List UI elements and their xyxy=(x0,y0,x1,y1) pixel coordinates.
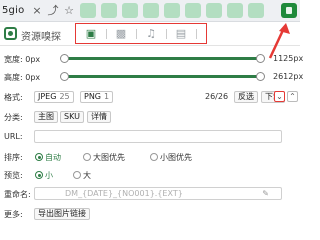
width-slider[interactable] xyxy=(60,54,265,63)
resource-sniffer-extension-icon[interactable] xyxy=(281,3,297,18)
invert-selection-button[interactable]: 反选 xyxy=(234,91,258,103)
width-min-handle[interactable] xyxy=(60,54,69,63)
format-label: 格式: xyxy=(4,93,23,102)
category-main-image-button[interactable]: 主图 xyxy=(34,111,58,123)
rename-label: 重命名: xyxy=(4,190,31,199)
height-min-handle[interactable] xyxy=(60,72,69,81)
extension-icon[interactable] xyxy=(143,3,159,18)
image-tab-icon[interactable]: ▣ xyxy=(84,27,98,41)
category-row: 分类: 主图 SKU 详情 xyxy=(0,110,300,124)
sort-auto-label[interactable]: 自动 xyxy=(45,152,61,163)
height-slider[interactable] xyxy=(60,72,265,81)
extension-icon[interactable] xyxy=(248,3,264,18)
tab-close-icon[interactable]: × xyxy=(30,4,44,18)
sort-small-first-label[interactable]: 小图优先 xyxy=(160,152,192,163)
format-chip-jpeg[interactable]: JPEG 25 xyxy=(34,91,74,103)
app-title: 资源嗅探 xyxy=(21,32,61,43)
sort-row: 排序: 自动 大图优先 小图优先 xyxy=(0,150,300,164)
preview-large-label[interactable]: 大 xyxy=(83,170,91,181)
format-row: 格式: JPEG 25 PNG 1 26/26 反选 下载 ⌄ ⌃ xyxy=(0,90,300,104)
popup-header: 资源嗅探 ▣ ▩ ♫ ▤ xyxy=(0,22,300,46)
sort-label: 排序: xyxy=(4,153,23,162)
tab-divider xyxy=(106,29,107,39)
width-filter-row: 宽度: 0px 1125px xyxy=(0,51,304,65)
selection-count: 26/26 xyxy=(205,92,229,101)
audio-tab-icon[interactable]: ♫ xyxy=(144,27,158,41)
export-image-links-button[interactable]: 导出图片链接 xyxy=(34,208,90,220)
rename-placeholder: DM_{DATE}_{NO001}.{EXT} xyxy=(65,189,183,198)
preview-label: 预览: xyxy=(4,171,23,180)
sort-large-first-label[interactable]: 大图优先 xyxy=(93,152,125,163)
sort-auto-radio[interactable] xyxy=(35,153,43,161)
document-tab-icon[interactable]: ▤ xyxy=(174,27,188,41)
height-filter-row: 高度: 0px 2612px xyxy=(0,69,304,83)
preview-row: 预览: 小 大 xyxy=(0,168,300,182)
height-max-handle[interactable] xyxy=(256,72,265,81)
download-options-icon[interactable]: ⌄ xyxy=(274,91,285,102)
category-label: 分类: xyxy=(4,113,23,122)
extension-icon[interactable] xyxy=(122,3,138,18)
extension-icon[interactable] xyxy=(101,3,117,18)
preview-small-radio[interactable] xyxy=(35,171,43,179)
resource-type-tabs: ▣ ▩ ♫ ▤ xyxy=(75,23,207,44)
sort-small-first-radio[interactable] xyxy=(150,153,158,161)
url-label: URL: xyxy=(4,132,23,141)
app-logo-icon xyxy=(4,27,17,40)
sort-large-first-radio[interactable] xyxy=(83,153,91,161)
extension-icon[interactable] xyxy=(206,3,222,18)
url-input[interactable] xyxy=(34,130,282,143)
more-row: 更多: 导出图片链接 xyxy=(0,207,300,221)
width-max-value: 1125px xyxy=(273,54,304,63)
height-max-value: 2612px xyxy=(273,72,304,81)
star-icon[interactable]: ☆ xyxy=(62,4,76,18)
tab-divider xyxy=(136,29,137,39)
tab-divider xyxy=(196,29,197,39)
collapse-icon[interactable]: ⌃ xyxy=(287,91,298,102)
height-label: 高度: 0px xyxy=(4,73,41,82)
url-row: URL: xyxy=(0,129,300,144)
width-max-handle[interactable] xyxy=(256,54,265,63)
category-detail-button[interactable]: 详情 xyxy=(87,111,111,123)
rename-input[interactable]: DM_{DATE}_{NO001}.{EXT} ✎ xyxy=(34,187,282,200)
height-slider-fill xyxy=(62,75,263,78)
more-label: 更多: xyxy=(4,210,23,219)
category-sku-button[interactable]: SKU xyxy=(60,111,84,123)
preview-large-radio[interactable] xyxy=(73,171,81,179)
tab-divider xyxy=(166,29,167,39)
width-label: 宽度: 0px xyxy=(4,55,41,64)
extension-icon[interactable] xyxy=(185,3,201,18)
browser-toolbar: 5gio × ⤴ ☆ xyxy=(0,0,300,22)
edit-pencil-icon[interactable]: ✎ xyxy=(262,189,269,198)
extension-icon[interactable] xyxy=(227,3,243,18)
extension-icon[interactable] xyxy=(80,3,96,18)
video-tab-icon[interactable]: ▩ xyxy=(114,27,128,41)
extension-icon[interactable] xyxy=(164,3,180,18)
address-bar-text[interactable]: 5gio xyxy=(2,5,24,16)
width-slider-fill xyxy=(62,57,263,60)
preview-small-label[interactable]: 小 xyxy=(45,170,53,181)
share-icon[interactable]: ⤴ xyxy=(46,4,60,18)
rename-row: 重命名: DM_{DATE}_{NO001}.{EXT} ✎ xyxy=(0,186,300,202)
format-chip-png[interactable]: PNG 1 xyxy=(80,91,114,103)
